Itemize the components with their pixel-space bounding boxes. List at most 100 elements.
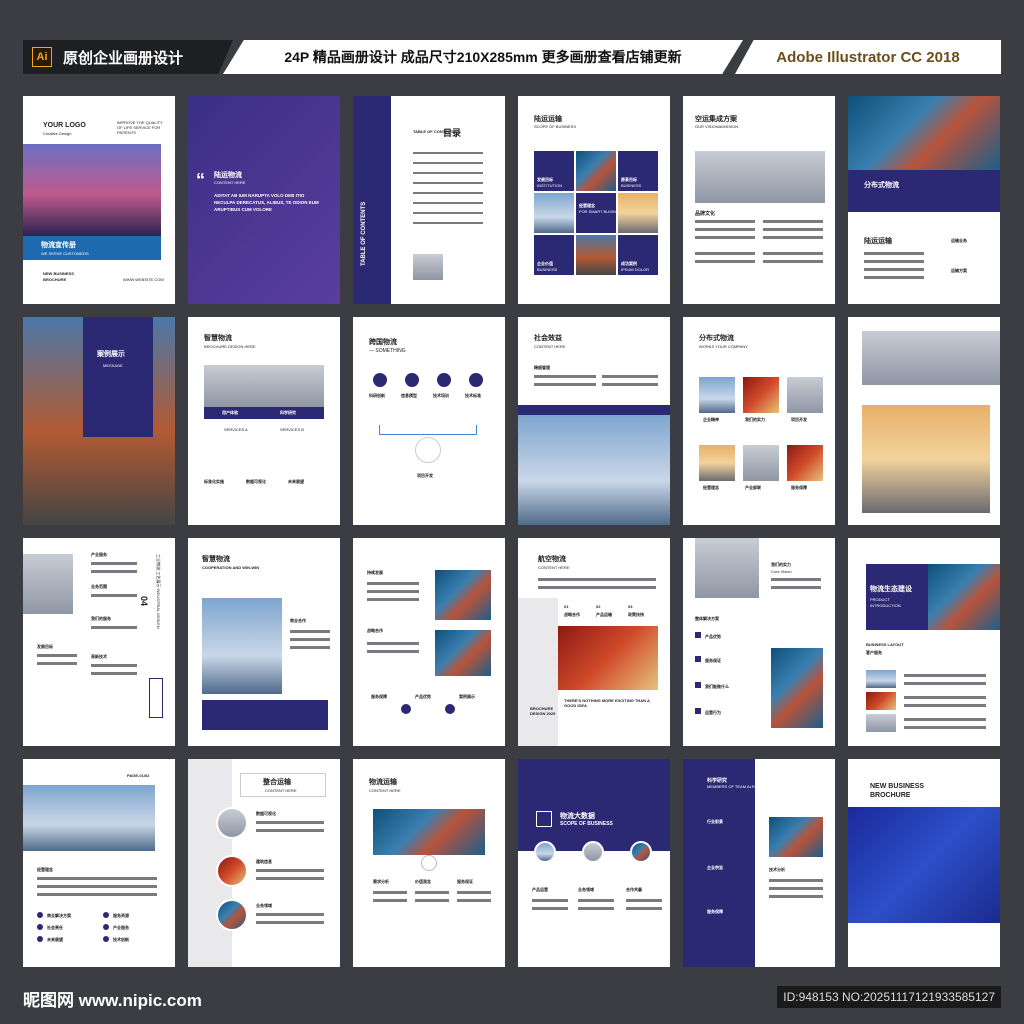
- p19-i1: 商业解决方案: [47, 913, 71, 918]
- p17-l4: 运营行为: [705, 710, 721, 715]
- p18-band-title: 物流生态建设: [870, 586, 912, 593]
- p19-dot-1: [37, 912, 43, 918]
- p20-title-box: 整合运输 CONTENT HERE: [240, 773, 326, 797]
- p4-cell-2: 愿景目标 BUSINESS: [618, 151, 658, 191]
- p16-side-panel: [518, 598, 558, 746]
- p18-thumb-3: [866, 714, 896, 732]
- page-21[interactable]: 物流运输 CONTENT HERE 需求分析 价值观念 服务保证: [353, 759, 505, 967]
- page-12[interactable]: [848, 317, 1000, 525]
- p19-dot-5: [37, 936, 43, 942]
- p9-icon-4: [469, 373, 483, 387]
- p11-photo-6: [787, 445, 823, 481]
- page2-sub: CONTENT HERE: [214, 180, 246, 185]
- p18-band: 物流生态建设 PRODUCT INTRODUCTION: [866, 564, 928, 630]
- site-logo[interactable]: 昵图网 www.nipic.com: [23, 986, 202, 1011]
- p18-photo: [928, 564, 1000, 630]
- p13-number: 04: [139, 596, 149, 607]
- p4-cell-3: 经营理念 FOR SMART BUSINESS: [576, 193, 624, 233]
- p9-connector: [379, 425, 477, 435]
- p11-sub: WORKS YOUR COMPANY: [699, 344, 748, 349]
- p21-c2: 价值观念: [415, 879, 431, 884]
- page-5[interactable]: 空运集成方案 OUR VISIONAMISSION 品牌文化: [683, 96, 835, 304]
- p21-c1: 需求分析: [373, 879, 389, 884]
- page-18[interactable]: 物流生态建设 PRODUCT INTRODUCTION BUSINESS LAY…: [848, 538, 1000, 746]
- page-13[interactable]: 产业服务 业务范围 我们的服务 发展目标 高新技术 04 工业物流·工艺展示 I…: [23, 538, 175, 746]
- page-9[interactable]: 跨国物流 — SOMETHING 科研创新 信息模型 技术培训 技术标准 项目开…: [353, 317, 505, 525]
- page-11[interactable]: 分布式物流 WORKS YOUR COMPANY 企业精神 我们的实力 项目开发…: [683, 317, 835, 525]
- p18-band-e2: INTRODUCTION: [870, 603, 901, 608]
- cover-bottom-2: BROCHURE: [43, 277, 67, 282]
- p20-l2: 建筑信息: [256, 859, 272, 864]
- p19-label: 经营理念: [37, 867, 53, 872]
- page-17[interactable]: 我们的实力 Core Vision 整体解决方案 产品优势 服务保证 我们能做什…: [683, 538, 835, 746]
- p22-l3: 合作共赢: [626, 887, 642, 892]
- banner-software: Adobe Illustrator CC 2018: [735, 40, 1001, 74]
- p5-label: 品牌文化: [695, 211, 716, 217]
- p21-title: 物流运输: [369, 779, 397, 786]
- p23-sub: MEMBERS OF TEAM ALREADY TO: [707, 784, 773, 789]
- p9-i1: 科研创新: [369, 393, 385, 398]
- page-2[interactable]: “ 陆运物流 CONTENT HERE ADITAT AB IUM NARUPT…: [188, 96, 340, 304]
- page-cover[interactable]: YOUR LOGO Creative Design IMPROVE THE QU…: [23, 96, 175, 304]
- page-22[interactable]: 物流大数据 SCOPE OF BUSINESS 产品运营 业务领域 合作共赢: [518, 759, 670, 967]
- p19-dot-2: [103, 912, 109, 918]
- p19-i2: 服务资源: [113, 913, 129, 918]
- page-toc[interactable]: TABLE OF CONTENTS TABLE OF CONTENTS 目录: [353, 96, 505, 304]
- p13-pattern: [149, 678, 163, 718]
- p4-c2e: BUSINESS: [621, 183, 642, 188]
- p13-l3: 我们的服务: [91, 616, 111, 621]
- p22-circle-2: [582, 841, 604, 863]
- briefcase-icon: [415, 437, 441, 463]
- page-19[interactable]: PAGE-01/02 经营理念 商业解决方案 服务资源 社会责任 产业服务 未来…: [23, 759, 175, 967]
- p15-photo-1: [435, 570, 491, 620]
- page-14[interactable]: 智慧物流 COOPERATION AND WIN-WIN 商业合作: [188, 538, 340, 746]
- page-10[interactable]: 社会效益 CONTENT HERE 精细管理: [518, 317, 670, 525]
- page-15[interactable]: 持续发展 战略合作 服务保障 产品优势 案例展示: [353, 538, 505, 746]
- p17-icon-4: [695, 708, 701, 714]
- page-23[interactable]: 科学研究 MEMBERS OF TEAM ALREADY TO 行业前景 企业宗…: [683, 759, 835, 967]
- banner-title-segment: Ai 原创企业画册设计: [23, 40, 233, 74]
- p22-circle-1: [534, 841, 556, 863]
- page-20[interactable]: 整合运输 CONTENT HERE 数据可视化 建筑信息 业务领域: [188, 759, 340, 967]
- p10-label: 精细管理: [534, 365, 550, 370]
- p16-t1: 战略合作: [564, 612, 580, 617]
- page-back-cover[interactable]: NEW BUSINESS BROCHURE: [848, 759, 1000, 967]
- page-4[interactable]: 陆运运输 SCOPE OF BUSINESS 发展目标 INSTITUTION …: [518, 96, 670, 304]
- page-7[interactable]: 案例展示 MESSAGE: [23, 317, 175, 525]
- p10-title: 社会效益: [534, 335, 562, 342]
- p22-sub: SCOPE OF BUSINESS: [560, 821, 613, 827]
- p6-title: 陆运运输: [864, 238, 892, 245]
- banner-title: 原创企业画册设计: [63, 49, 184, 67]
- p23-l1: 行业前景: [707, 819, 723, 824]
- page-8[interactable]: 智慧物流 BROCHURE DESIGN HERE 用户体验 科学研究 SERV…: [188, 317, 340, 525]
- p18-thumb-2: [866, 692, 896, 710]
- page5-title: 空运集成方案: [695, 116, 737, 123]
- p22-band: 物流大数据 SCOPE OF BUSINESS: [518, 759, 670, 851]
- cover-band: 物流宣传册 WE SERVE CUSTOMERS: [23, 236, 161, 260]
- p15-photo-2: [435, 630, 491, 676]
- p8-sub: BROCHURE DESIGN HERE: [204, 344, 256, 349]
- p13-photo: [23, 554, 73, 614]
- page-16[interactable]: 航空物流 CONTENT HERE 01 02 03 战略合作 产品运输 政策扶…: [518, 538, 670, 746]
- p13-l1: 产业服务: [91, 552, 107, 557]
- p8-photo: [204, 365, 324, 407]
- p9-icon-3: [437, 373, 451, 387]
- p6-photo: [848, 96, 1000, 170]
- p17-l3: 我们能做什么: [705, 684, 729, 689]
- p18-band-e1: PRODUCT: [870, 597, 890, 602]
- p13-vertical-text: 工业物流·工艺展示 INDUSTRIAL DESIGN: [156, 554, 161, 629]
- p14-photo: [202, 598, 282, 694]
- p15-b3: 案例展示: [459, 694, 475, 699]
- p9-sub: — SOMETHING: [369, 348, 406, 354]
- p19-i3: 社会责任: [47, 925, 63, 930]
- p10-band: [518, 405, 670, 415]
- p7-band: 案例展示 MESSAGE: [83, 317, 153, 437]
- p19-i5: 未来展望: [47, 937, 63, 942]
- page5-sub: OUR VISIONAMISSION: [695, 124, 739, 129]
- p14-band: [202, 700, 328, 730]
- p15-l2: 战略合作: [367, 628, 383, 633]
- p16-sub: CONTENT HERE: [538, 565, 570, 570]
- page-6[interactable]: 分布式物流 陆运运输 运输业务 运输方案: [848, 96, 1000, 304]
- p19-i4: 产业服务: [113, 925, 129, 930]
- p22-l1: 产品运营: [532, 887, 548, 892]
